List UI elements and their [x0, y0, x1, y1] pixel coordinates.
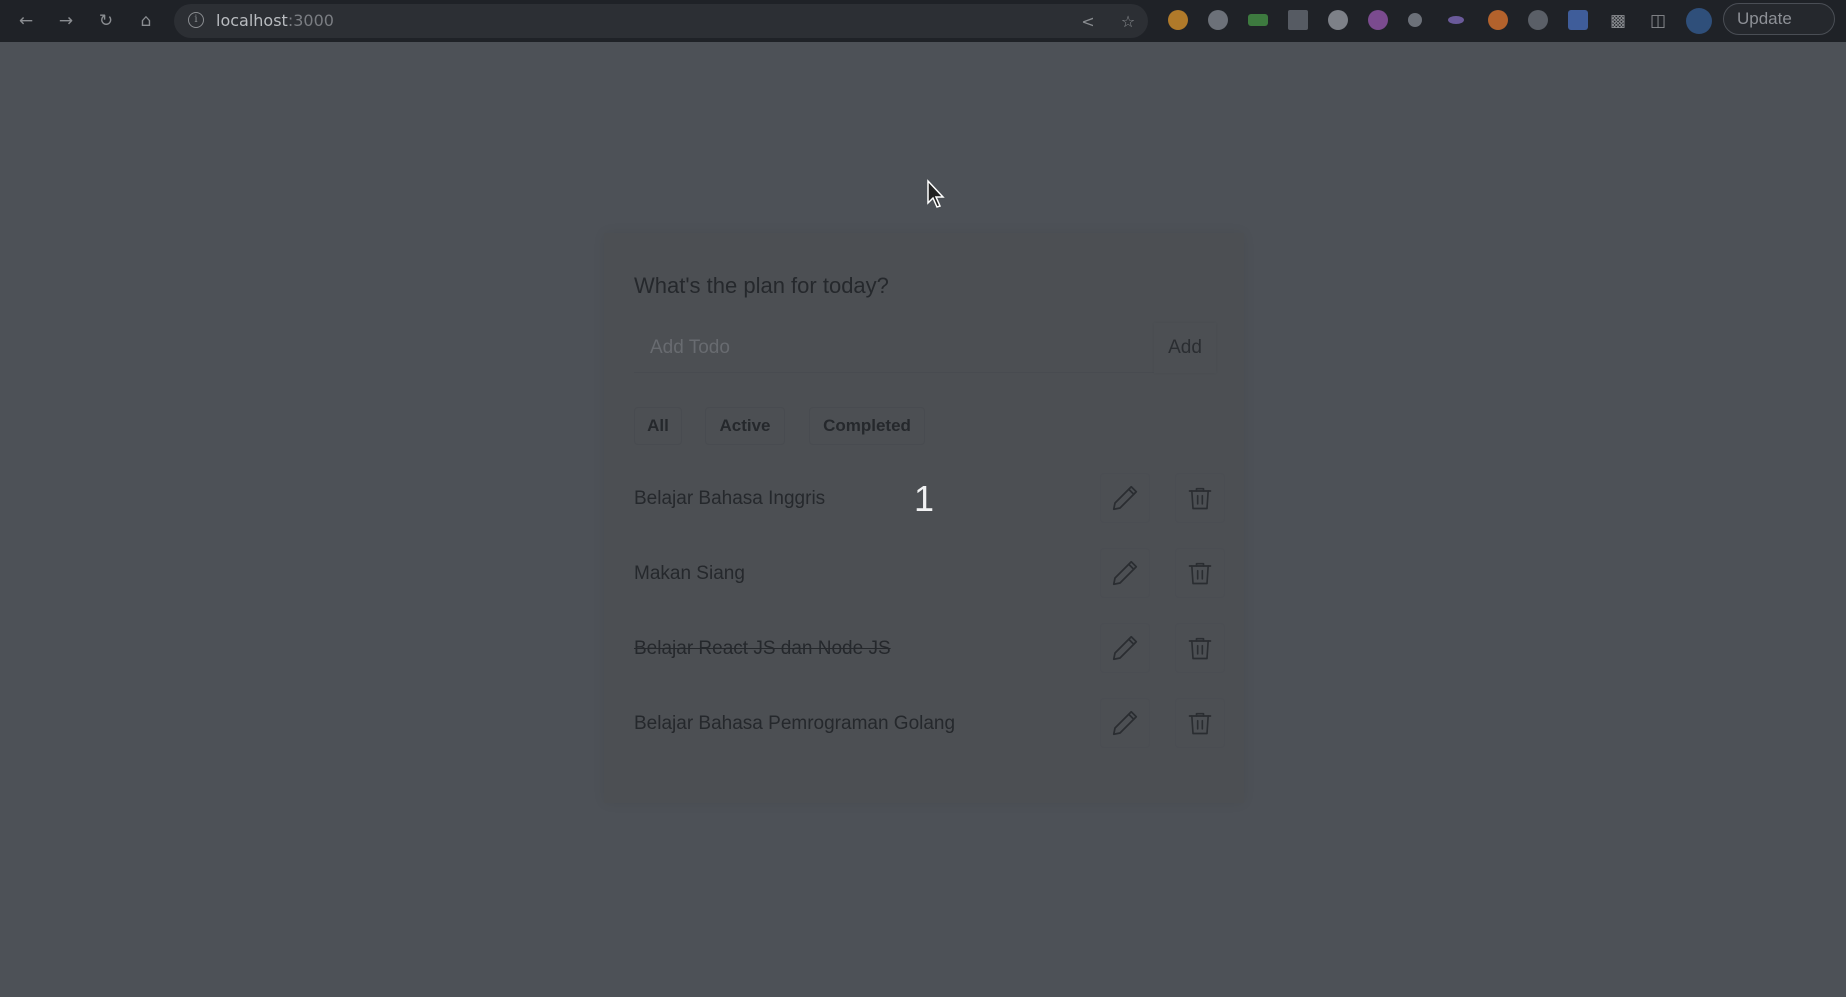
extension-icon[interactable] — [1448, 16, 1464, 24]
filter-all-button[interactable]: All — [634, 407, 682, 445]
delete-button[interactable] — [1175, 473, 1225, 523]
filter-completed-button[interactable]: Completed — [809, 407, 925, 445]
forward-arrow-icon[interactable]: → — [52, 7, 80, 35]
pencil-icon — [1112, 710, 1138, 736]
edit-button[interactable] — [1100, 623, 1150, 673]
extension-icon[interactable] — [1168, 10, 1188, 30]
filter-active-button[interactable]: Active — [705, 407, 785, 445]
edit-button[interactable] — [1100, 698, 1150, 748]
todo-text[interactable]: Belajar Bahasa Inggris — [634, 469, 825, 529]
pencil-icon — [1112, 560, 1138, 586]
address-url[interactable]: localhost:3000 — [216, 4, 334, 38]
extension-icon[interactable] — [1368, 10, 1388, 30]
todo-text-completed[interactable]: Belajar React JS dan Node JS — [634, 619, 891, 679]
back-arrow-icon[interactable]: ← — [12, 7, 40, 35]
edit-button[interactable] — [1100, 548, 1150, 598]
edit-button[interactable] — [1100, 473, 1150, 523]
todo-count-badge: 1 — [914, 478, 935, 519]
pencil-icon — [1112, 485, 1138, 511]
translate-icon[interactable] — [1568, 10, 1588, 30]
extension-icon[interactable] — [1528, 10, 1548, 30]
todo-item: Belajar React JS dan Node JS — [634, 619, 1225, 679]
browser-toolbar: ← → ↻ ⌂ i localhost:3000 < ☆ ▩ ◫ Update — [0, 0, 1846, 42]
site-info-icon[interactable]: i — [188, 12, 204, 28]
reload-icon[interactable]: ↻ — [92, 7, 120, 35]
add-button[interactable]: Add — [1154, 323, 1216, 373]
trash-icon — [1188, 712, 1212, 735]
add-todo-input[interactable] — [634, 323, 1154, 373]
trash-icon — [1188, 637, 1212, 660]
todo-item: Belajar Bahasa Inggris 1 — [634, 469, 1225, 529]
page-title: What's the plan for today? — [634, 273, 889, 298]
trash-icon — [1188, 562, 1212, 585]
bookmark-star-icon[interactable]: ☆ — [1118, 11, 1138, 31]
url-port: :3000 — [287, 11, 334, 30]
pencil-icon — [1112, 635, 1138, 661]
mouse-cursor-icon — [927, 179, 945, 208]
profile-avatar[interactable] — [1686, 8, 1712, 34]
extension-icon[interactable] — [1408, 13, 1422, 27]
side-panel-icon[interactable]: ◫ — [1644, 7, 1672, 35]
todo-text[interactable]: Makan Siang — [634, 544, 745, 604]
extension-icon[interactable] — [1328, 10, 1348, 30]
update-button[interactable]: Update — [1723, 3, 1835, 35]
extension-icon[interactable] — [1288, 10, 1308, 30]
delete-button[interactable] — [1175, 548, 1225, 598]
todo-card: What's the plan for today? Add All Activ… — [604, 233, 1244, 803]
trash-icon — [1188, 487, 1212, 510]
address-bar[interactable]: i localhost:3000 < ☆ — [174, 4, 1148, 38]
home-icon[interactable]: ⌂ — [132, 7, 160, 35]
todo-text[interactable]: Belajar Bahasa Pemrograman Golang — [634, 694, 955, 754]
extensions-puzzle-icon[interactable]: ▩ — [1604, 7, 1632, 35]
share-icon[interactable]: < — [1078, 11, 1098, 31]
extension-icon[interactable] — [1208, 10, 1228, 30]
delete-button[interactable] — [1175, 698, 1225, 748]
extension-icon[interactable] — [1488, 10, 1508, 30]
extension-icon[interactable] — [1248, 14, 1268, 26]
delete-button[interactable] — [1175, 623, 1225, 673]
todo-item: Makan Siang — [634, 544, 1225, 604]
todo-item: Belajar Bahasa Pemrograman Golang — [634, 694, 1225, 754]
url-host: localhost — [216, 11, 288, 30]
